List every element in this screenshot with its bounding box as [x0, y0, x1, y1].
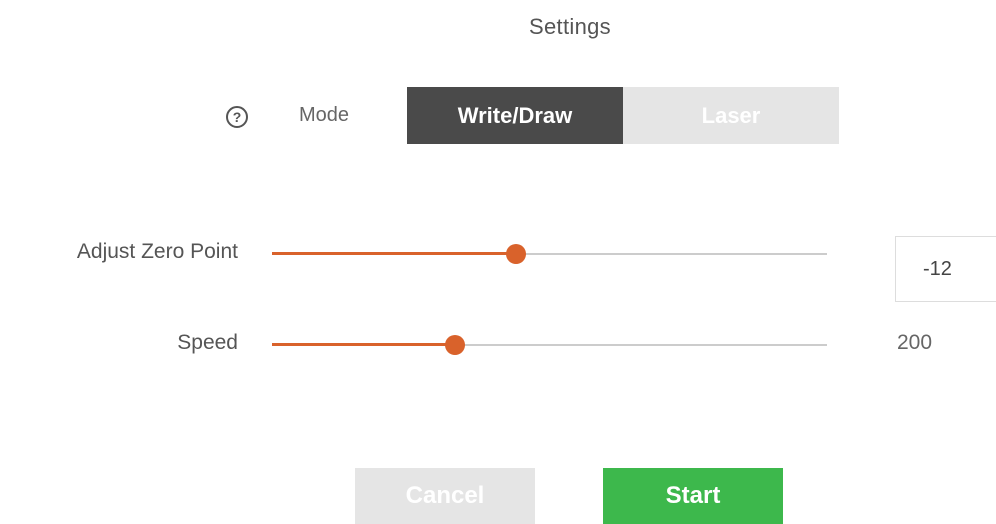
question-circle-icon[interactable]: ?: [226, 106, 248, 128]
start-button[interactable]: Start: [603, 468, 783, 524]
mode-option-write-draw[interactable]: Write/Draw: [407, 87, 623, 144]
zero-point-label: Adjust Zero Point: [76, 240, 238, 263]
mode-toggle: Write/Draw Laser: [407, 87, 839, 144]
dialog-title: Settings: [529, 14, 611, 39]
speed-slider-fill: [272, 343, 456, 346]
cancel-button[interactable]: Cancel: [355, 468, 535, 524]
mode-option-laser[interactable]: Laser: [623, 87, 839, 144]
zero-point-slider-handle[interactable]: [506, 244, 527, 264]
zero-point-slider-fill: [272, 252, 517, 255]
speed-slider-handle[interactable]: [445, 335, 466, 355]
speed-slider[interactable]: [272, 333, 827, 357]
zero-point-input[interactable]: [895, 236, 996, 302]
speed-label: Speed: [177, 331, 238, 354]
speed-value: 200: [897, 331, 933, 354]
mode-label: Mode: [299, 104, 350, 126]
zero-point-slider[interactable]: [272, 242, 827, 266]
